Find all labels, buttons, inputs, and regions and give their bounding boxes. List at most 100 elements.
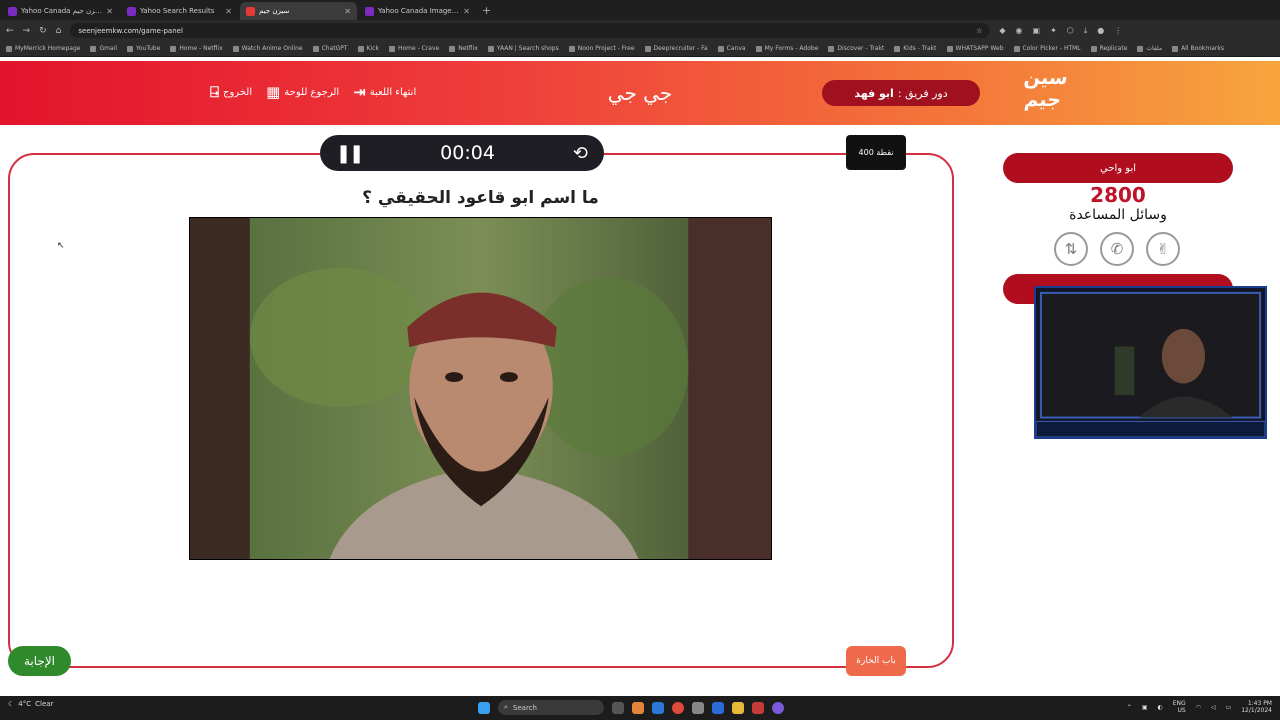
chrome-icon[interactable]: [672, 701, 684, 714]
seenjeem-logo[interactable]: سين جيم: [1012, 67, 1075, 117]
yahoo-favicon-icon: [127, 6, 136, 16]
battery-icon[interactable]: ▭: [1226, 704, 1232, 711]
game-page: سين جيم دور فريق : ابو فهد جي جي ⍈ الخرو…: [0, 57, 1280, 696]
app-icon[interactable]: [752, 701, 764, 714]
bookmark-item[interactable]: Noon Project - Free: [569, 45, 635, 52]
two-answers-icon[interactable]: ✌: [1146, 232, 1180, 266]
edge-icon[interactable]: [652, 701, 664, 714]
call-icon[interactable]: ✆: [1100, 232, 1134, 266]
wifi-icon[interactable]: ◠: [1196, 704, 1201, 711]
extensions-area: ◆ ◉ ▣ ✦ ⬡ ⤓ ● ⋮: [999, 26, 1122, 36]
app-icon[interactable]: [632, 701, 644, 714]
forward-icon[interactable]: →: [23, 26, 31, 36]
bookmark-item[interactable]: Gmail: [90, 45, 117, 52]
bookmark-item[interactable]: Discover - Trakt: [828, 45, 884, 52]
settings-icon[interactable]: [692, 701, 704, 714]
question-photo-illustration: [190, 218, 771, 559]
help-aids-title: وسائل المساعدة: [1069, 207, 1167, 223]
arrow-to-line-icon: ⇥: [353, 83, 366, 101]
bookmark-item[interactable]: Netflix: [449, 45, 478, 52]
new-tab-button[interactable]: +: [482, 2, 491, 20]
bookmark-item[interactable]: Home - Crave: [389, 45, 439, 52]
pause-icon[interactable]: ❚❚: [336, 143, 364, 164]
close-tab-icon[interactable]: ✕: [225, 7, 232, 16]
os-taskbar: ☾ 4°C Clear ⌕ Search ⌃ ▣ ◐ ENG US ◠ ◁ ▭ 1…: [0, 696, 1280, 720]
search-icon: ⌕: [504, 703, 508, 711]
app-icon[interactable]: [712, 701, 724, 714]
webcam-feed-illustration: [1036, 288, 1265, 437]
browser-tab-active[interactable]: سيزن جيم ✕: [240, 2, 357, 20]
bookmark-item[interactable]: Home - Netflix: [170, 45, 222, 52]
weather-widget[interactable]: ☾ 4°C Clear: [8, 700, 53, 708]
reload-icon[interactable]: ↻: [39, 26, 47, 36]
volume-icon[interactable]: ◁: [1211, 704, 1216, 711]
reveal-answer-button[interactable]: الإجابة: [8, 646, 71, 676]
reset-timer-icon[interactable]: ⟲: [573, 143, 588, 164]
url-text: seenjeemkw.com/game-panel: [78, 26, 183, 35]
tray-icon[interactable]: ◐: [1158, 704, 1163, 711]
extension-icon[interactable]: ✦: [1050, 26, 1057, 36]
game-name: جي جي: [607, 81, 673, 105]
bookmark-item[interactable]: Kick: [358, 45, 379, 52]
category-badge: باب الحارة: [846, 646, 906, 676]
close-tab-icon[interactable]: ✕: [106, 7, 113, 16]
clock[interactable]: 1:43 PM 12/1/2024: [1241, 700, 1272, 714]
close-tab-icon[interactable]: ✕: [463, 7, 470, 16]
bookmark-item[interactable]: Canva: [718, 45, 746, 52]
browser-tab[interactable]: Yahoo Canada Image Search✕: [359, 2, 476, 20]
file-explorer-icon[interactable]: [732, 701, 744, 714]
turn-team-name: ابو فهد: [854, 86, 894, 100]
grid-icon: ▦: [266, 83, 281, 101]
close-tab-icon[interactable]: ✕: [344, 7, 351, 16]
team-one-name: ابو واحي: [1003, 153, 1233, 183]
bookmark-item[interactable]: Deeprecruiter - Fa: [645, 45, 708, 52]
browser-tab[interactable]: Yahoo Search Results ✕: [121, 2, 238, 20]
bookmark-star-icon[interactable]: ☆: [976, 27, 982, 35]
back-to-board-button[interactable]: ▦ الرجوع للوحة: [266, 83, 339, 101]
seenjeem-favicon-icon: [246, 6, 255, 16]
bookmarks-bar: MyMerrick Homepage Gmail YouTube Home - …: [0, 41, 1280, 57]
bookmark-item[interactable]: ChatGPT: [313, 45, 348, 52]
home-icon[interactable]: ⌂: [56, 26, 62, 36]
taskbar-search[interactable]: ⌕ Search: [498, 700, 604, 715]
swap-icon[interactable]: ⇅: [1054, 232, 1088, 266]
bookmark-item[interactable]: Color Picker - HTML: [1014, 45, 1081, 52]
question-timer: ❚❚ 00:04 ⟲: [320, 135, 604, 171]
exit-door-icon: ⍈: [210, 83, 220, 101]
moon-icon: ☾: [8, 700, 15, 708]
bookmark-item[interactable]: YouTube: [127, 45, 160, 52]
browser-tab[interactable]: Yahoo Canada سيزن جيم ✕: [2, 2, 119, 20]
help-aids: ⇅ ✆ ✌: [1054, 232, 1180, 266]
task-view-icon[interactable]: [612, 701, 624, 714]
menu-icon[interactable]: ⋮: [1114, 26, 1122, 36]
language-indicator[interactable]: ENG US: [1173, 700, 1186, 714]
bookmark-item[interactable]: Watch Anime Online: [233, 45, 303, 52]
browser-tab-strip: Yahoo Canada سيزن جيم ✕ Yahoo Search Resu…: [0, 0, 1280, 20]
chevron-up-icon[interactable]: ⌃: [1127, 704, 1132, 711]
address-bar[interactable]: seenjeemkw.com/game-panel ☆: [70, 23, 991, 38]
bookmark-item[interactable]: My Forms - Adobe: [756, 45, 819, 52]
back-icon[interactable]: ←: [6, 26, 14, 36]
tray-icon[interactable]: ▣: [1142, 704, 1148, 711]
bookmark-item[interactable]: Replicate: [1091, 45, 1128, 52]
bookmark-item[interactable]: ملفات: [1137, 45, 1162, 52]
extension-icon[interactable]: ▣: [1033, 26, 1041, 36]
yahoo-favicon-icon: [365, 6, 374, 16]
app-icon[interactable]: [772, 701, 784, 714]
question-text: ما اسم ابو قاعود الحقيقي ؟: [362, 188, 599, 208]
download-icon[interactable]: ⤓: [1084, 26, 1088, 36]
all-bookmarks[interactable]: All Bookmarks: [1172, 45, 1224, 52]
profile-icon[interactable]: ●: [1097, 26, 1104, 36]
end-game-button[interactable]: ⇥ انتهاء اللعبة: [353, 83, 416, 101]
bookmark-item[interactable]: MyMerrick Homepage: [6, 45, 80, 52]
extension-icon[interactable]: ◆: [999, 26, 1005, 36]
exit-button[interactable]: ⍈ الخروج: [210, 83, 252, 101]
taskbar-center: ⌕ Search: [478, 700, 784, 715]
yahoo-favicon-icon: [8, 6, 17, 16]
windows-start-icon[interactable]: [478, 701, 490, 714]
extension-icon[interactable]: ◉: [1016, 26, 1023, 36]
bookmark-item[interactable]: Kids - Trakt: [894, 45, 936, 52]
bookmark-item[interactable]: WHATSAPP Web: [947, 45, 1004, 52]
extension-icon[interactable]: ⬡: [1067, 26, 1074, 36]
bookmark-item[interactable]: YAAN | Search shops: [488, 45, 559, 52]
